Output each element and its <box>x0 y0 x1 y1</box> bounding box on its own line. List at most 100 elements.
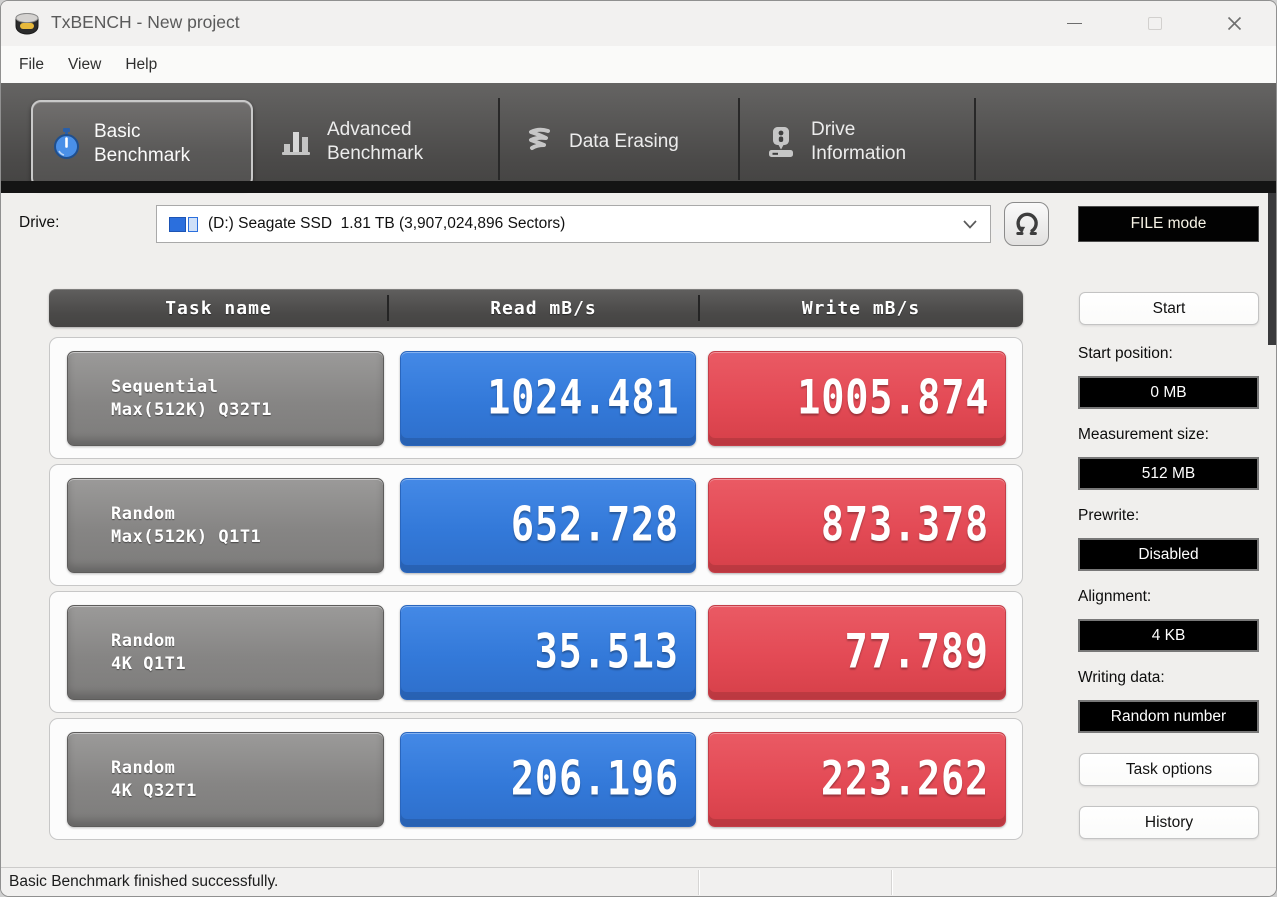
alignment-field[interactable]: 4 KB <box>1078 619 1259 652</box>
read-result-button[interactable]: 652.728 <box>400 478 696 573</box>
bar-chart-icon <box>282 132 310 155</box>
start-position-field[interactable]: 0 MB <box>1078 376 1259 409</box>
alignment-label: Alignment: <box>1078 588 1152 605</box>
table-row: Sequential Max(512K) Q32T1 1024.481 1005… <box>49 337 1023 459</box>
tab-divider <box>738 98 740 180</box>
minimize-button[interactable] <box>1051 1 1097 46</box>
table-row: Random 4K Q32T1 206.196 223.262 <box>49 718 1023 840</box>
task-name-line1: Sequential <box>111 376 219 397</box>
tab-basic-line2: Benchmark <box>94 145 191 166</box>
file-mode-label: FILE mode <box>1130 215 1207 232</box>
column-header-write: Write mB/s <box>801 297 921 319</box>
read-value: 206.196 <box>510 750 679 806</box>
menu-view[interactable]: View <box>56 46 113 83</box>
task-name-line2: Max(512K) Q32T1 <box>111 399 273 420</box>
task-options-label: Task options <box>1125 760 1213 778</box>
drive-select[interactable]: (D:) Seagate SSD 1.81 TB (3,907,024,896 … <box>156 205 991 243</box>
write-result-button[interactable]: 873.378 <box>708 478 1006 573</box>
results-table-header: Task name Read mB/s Write mB/s <box>49 289 1023 327</box>
eraser-squiggle-icon <box>529 127 550 150</box>
table-row: Random Max(512K) Q1T1 652.728 873.378 <box>49 464 1023 586</box>
tab-divider <box>498 98 500 180</box>
start-button[interactable]: Start <box>1079 292 1259 325</box>
write-result-button[interactable]: 77.789 <box>708 605 1006 700</box>
file-mode-button[interactable]: FILE mode <box>1078 206 1259 242</box>
prewrite-field[interactable]: Disabled <box>1078 538 1259 571</box>
read-result-button[interactable]: 35.513 <box>400 605 696 700</box>
tab-driveinfo-line1: Drive <box>811 119 856 140</box>
drive-partition-icon <box>169 216 198 232</box>
read-value: 1024.481 <box>486 369 679 425</box>
start-button-label: Start <box>1152 299 1186 317</box>
title-bar: TxBENCH - New project <box>1 1 1276 46</box>
drive-info-icon <box>769 127 793 157</box>
minimize-icon <box>1066 23 1082 24</box>
write-result-button[interactable]: 1005.874 <box>708 351 1006 446</box>
write-value: 1005.874 <box>796 369 989 425</box>
app-window: TxBENCH - New project File View Help Bas… <box>0 0 1277 897</box>
tabbar-bottom-strip <box>1 181 1276 193</box>
menu-bar: File View Help <box>1 46 1276 83</box>
measurement-size-value: 512 MB <box>1141 464 1196 482</box>
task-name-line2: 4K Q1T1 <box>111 653 187 674</box>
close-button[interactable] <box>1211 1 1257 46</box>
read-result-button[interactable]: 206.196 <box>400 732 696 827</box>
write-value: 223.262 <box>820 750 989 806</box>
task-name-button[interactable]: Random Max(512K) Q1T1 <box>67 478 384 573</box>
measurement-size-field[interactable]: 512 MB <box>1078 457 1259 490</box>
task-name-line1: Random <box>111 757 176 778</box>
tab-advanced-line2: Benchmark <box>327 143 424 164</box>
task-name-line2: 4K Q32T1 <box>111 780 197 801</box>
tab-advanced-line1: Advanced <box>327 119 412 140</box>
history-label: History <box>1144 813 1194 831</box>
prewrite-value: Disabled <box>1138 545 1199 563</box>
chevron-down-icon <box>963 220 977 229</box>
tab-driveinfo-line2: Information <box>811 143 907 164</box>
stopwatch-icon <box>54 128 79 159</box>
screen-edge-artifact <box>1268 193 1276 345</box>
read-result-button[interactable]: 1024.481 <box>400 351 696 446</box>
table-row: Random 4K Q1T1 35.513 77.789 <box>49 591 1023 713</box>
writing-data-value: Random number <box>1110 707 1227 725</box>
task-name-line1: Random <box>111 503 176 524</box>
task-name-button[interactable]: Sequential Max(512K) Q32T1 <box>67 351 384 446</box>
tab-data-erasing[interactable]: Data Erasing <box>509 100 734 184</box>
refresh-drives-button[interactable] <box>1004 202 1049 246</box>
tab-basic-benchmark[interactable]: Basic Benchmark <box>31 100 253 188</box>
menu-help[interactable]: Help <box>113 46 169 83</box>
measurement-size-label: Measurement size: <box>1078 426 1209 443</box>
menu-file[interactable]: File <box>1 46 56 83</box>
write-result-button[interactable]: 223.262 <box>708 732 1006 827</box>
status-divider <box>891 870 892 895</box>
maximize-button[interactable] <box>1132 1 1178 46</box>
task-name-button[interactable]: Random 4K Q1T1 <box>67 605 384 700</box>
drive-selected-value: (D:) Seagate SSD 1.81 TB (3,907,024,896 … <box>208 215 566 232</box>
close-icon <box>1227 16 1241 31</box>
tab-advanced-benchmark[interactable]: Advanced Benchmark <box>267 100 492 184</box>
app-icon <box>15 13 39 35</box>
task-options-button[interactable]: Task options <box>1079 753 1259 786</box>
write-value: 77.789 <box>844 623 989 679</box>
drive-label: Drive: <box>19 214 60 231</box>
task-name-button[interactable]: Random 4K Q32T1 <box>67 732 384 827</box>
maximize-icon <box>1148 17 1162 30</box>
tab-divider <box>974 98 976 180</box>
writing-data-label: Writing data: <box>1078 669 1165 686</box>
write-value: 873.378 <box>820 496 989 552</box>
task-name-line1: Random <box>111 630 176 651</box>
refresh-icon <box>1016 212 1038 235</box>
start-position-value: 0 MB <box>1150 383 1187 401</box>
history-button[interactable]: History <box>1079 806 1259 839</box>
column-header-read: Read mB/s <box>490 297 597 319</box>
status-bar: Basic Benchmark finished successfully. <box>1 867 1276 896</box>
status-divider <box>698 870 699 895</box>
tab-bar: Basic Benchmark Advanced Benchmark Data <box>1 83 1276 243</box>
read-value: 652.728 <box>510 496 679 552</box>
alignment-value: 4 KB <box>1151 626 1186 644</box>
prewrite-label: Prewrite: <box>1078 507 1140 524</box>
tab-drive-information[interactable]: Drive Information <box>751 100 971 184</box>
writing-data-field[interactable]: Random number <box>1078 700 1259 733</box>
tab-erasing-line1: Data Erasing <box>569 131 679 152</box>
task-name-line2: Max(512K) Q1T1 <box>111 526 262 547</box>
status-message: Basic Benchmark finished successfully. <box>9 873 279 890</box>
